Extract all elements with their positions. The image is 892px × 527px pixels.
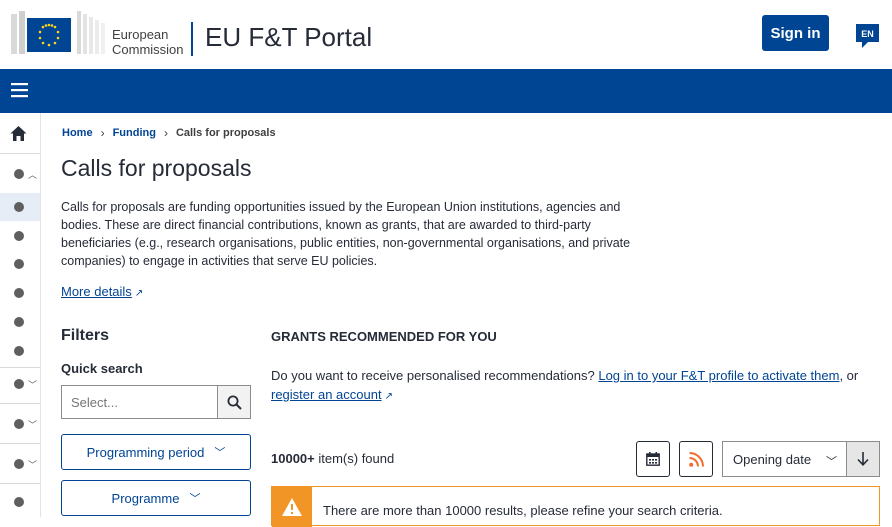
- sidebar-dot: [14, 169, 24, 179]
- sidebar-item-10[interactable]: ﹀: [0, 457, 40, 471]
- sidebar-dot: [14, 497, 24, 507]
- search-icon: [227, 395, 242, 410]
- chevron-right-icon: ›: [100, 126, 105, 140]
- results-warning-banner: There are more than 10000 results, pleas…: [271, 486, 880, 527]
- programming-period-label: Programming period: [86, 444, 205, 460]
- sidebar-item-9[interactable]: ﹀: [0, 417, 40, 431]
- breadcrumb-home[interactable]: Home: [62, 127, 93, 139]
- results-warning-text: There are more than 10000 results, pleas…: [323, 503, 723, 518]
- login-profile-link[interactable]: Log in to your F&T profile to activate t…: [598, 368, 839, 383]
- sidebar-dot: [14, 419, 24, 429]
- home-icon[interactable]: [10, 125, 27, 142]
- sort-by-select[interactable]: Opening date ﹀: [722, 441, 847, 477]
- european-commission-logo[interactable]: [11, 8, 107, 56]
- sidebar-item-7[interactable]: [0, 345, 40, 357]
- grants-recommended-heading: GRANTS RECOMMENDED FOR YOU: [271, 329, 497, 344]
- sidebar-item-6[interactable]: [0, 316, 40, 328]
- sign-in-button[interactable]: Sign in: [762, 15, 829, 51]
- menu-icon[interactable]: [11, 82, 28, 98]
- sidebar-separator: [0, 367, 40, 368]
- recommendations-connector: , or: [839, 368, 859, 383]
- chevron-down-icon: ﹀: [214, 447, 226, 459]
- chevron-down-icon: ﹀: [826, 456, 837, 468]
- language-code: EN: [861, 29, 874, 39]
- rss-button[interactable]: [679, 441, 713, 477]
- page-title: Calls for proposals: [61, 155, 252, 181]
- programming-period-filter-button[interactable]: Programming period ﹀: [61, 434, 251, 470]
- arrow-down-icon: [857, 452, 869, 466]
- programme-label: Programme: [111, 490, 180, 506]
- organisation-name-line2: Commission: [112, 42, 184, 57]
- sidebar-dot: [14, 231, 24, 241]
- sidebar-separator: [0, 403, 40, 404]
- quick-search-label: Quick search: [61, 361, 143, 376]
- personalised-recommendations-text: Do you want to receive personalised reco…: [271, 366, 871, 406]
- register-account-link[interactable]: register an account: [271, 387, 382, 402]
- recommendations-prompt: Do you want to receive personalised reco…: [271, 368, 599, 383]
- programme-filter-button[interactable]: Programme ﹀: [61, 480, 251, 516]
- organisation-name-line1: European: [112, 27, 169, 42]
- chevron-down-icon: ﹀: [28, 379, 38, 390]
- organisation-name: European Commission: [112, 27, 184, 57]
- sidebar-dot: [14, 379, 24, 389]
- site-header: European Commission EU F&T Portal Sign i…: [0, 0, 892, 69]
- sidebar-dot: [14, 346, 24, 356]
- sidebar-dot: [14, 459, 24, 469]
- chevron-down-icon: ﹀: [28, 419, 38, 430]
- results-count-number: 10000+: [271, 451, 315, 466]
- calendar-button[interactable]: [636, 441, 670, 477]
- results-count-suffix: item(s) found: [314, 451, 395, 466]
- sidebar-item-8[interactable]: ﹀: [0, 377, 40, 391]
- sidebar-separator: [0, 153, 40, 154]
- rss-icon: [688, 451, 704, 467]
- more-details-label: More details: [61, 284, 132, 299]
- sidebar-item-1[interactable]: ︿: [0, 166, 40, 182]
- sidebar-dot: [14, 317, 24, 327]
- chevron-up-icon: ︿: [28, 169, 38, 180]
- page-intro: Calls for proposals are funding opportun…: [61, 200, 631, 268]
- portal-title[interactable]: EU F&T Portal: [205, 22, 372, 53]
- quick-search-input[interactable]: [61, 385, 218, 419]
- sidebar-item-2[interactable]: [0, 193, 40, 221]
- sidebar-dot: [14, 288, 24, 298]
- breadcrumb-current: Calls for proposals: [175, 127, 276, 139]
- main-navigation-bar: [0, 69, 892, 113]
- sidebar-item-11[interactable]: [0, 496, 40, 508]
- warning-icon: [282, 498, 302, 516]
- sidebar: ︿ ﹀ ﹀ ﹀: [0, 113, 41, 517]
- sort-direction-button[interactable]: [846, 441, 880, 477]
- sort-by-value: Opening date: [733, 451, 812, 467]
- chevron-down-icon: ﹀: [28, 459, 38, 470]
- sidebar-item-3[interactable]: [0, 230, 40, 242]
- sidebar-dot: [14, 259, 24, 269]
- external-link-icon: ↗: [384, 391, 393, 402]
- filters-heading: Filters: [61, 327, 110, 344]
- header-divider: [191, 22, 193, 56]
- chevron-right-icon: ›: [163, 126, 168, 140]
- sidebar-item-4[interactable]: [0, 258, 40, 270]
- chevron-down-icon: ﹀: [189, 493, 201, 505]
- breadcrumb: Home › Funding › Calls for proposals: [62, 126, 276, 140]
- warning-icon-box: [272, 487, 312, 527]
- language-selector-icon[interactable]: EN: [856, 24, 879, 48]
- more-details-link[interactable]: More details ↗: [61, 284, 143, 299]
- sidebar-separator: [0, 483, 40, 484]
- quick-search-button[interactable]: [217, 385, 251, 419]
- sidebar-separator: [0, 443, 40, 444]
- results-count: 10000+ item(s) found: [271, 451, 394, 466]
- calendar-icon: [646, 452, 660, 466]
- sidebar-item-5[interactable]: [0, 287, 40, 299]
- external-link-icon: ↗: [134, 288, 144, 299]
- breadcrumb-funding[interactable]: Funding: [113, 127, 156, 139]
- sidebar-dot: [14, 202, 24, 212]
